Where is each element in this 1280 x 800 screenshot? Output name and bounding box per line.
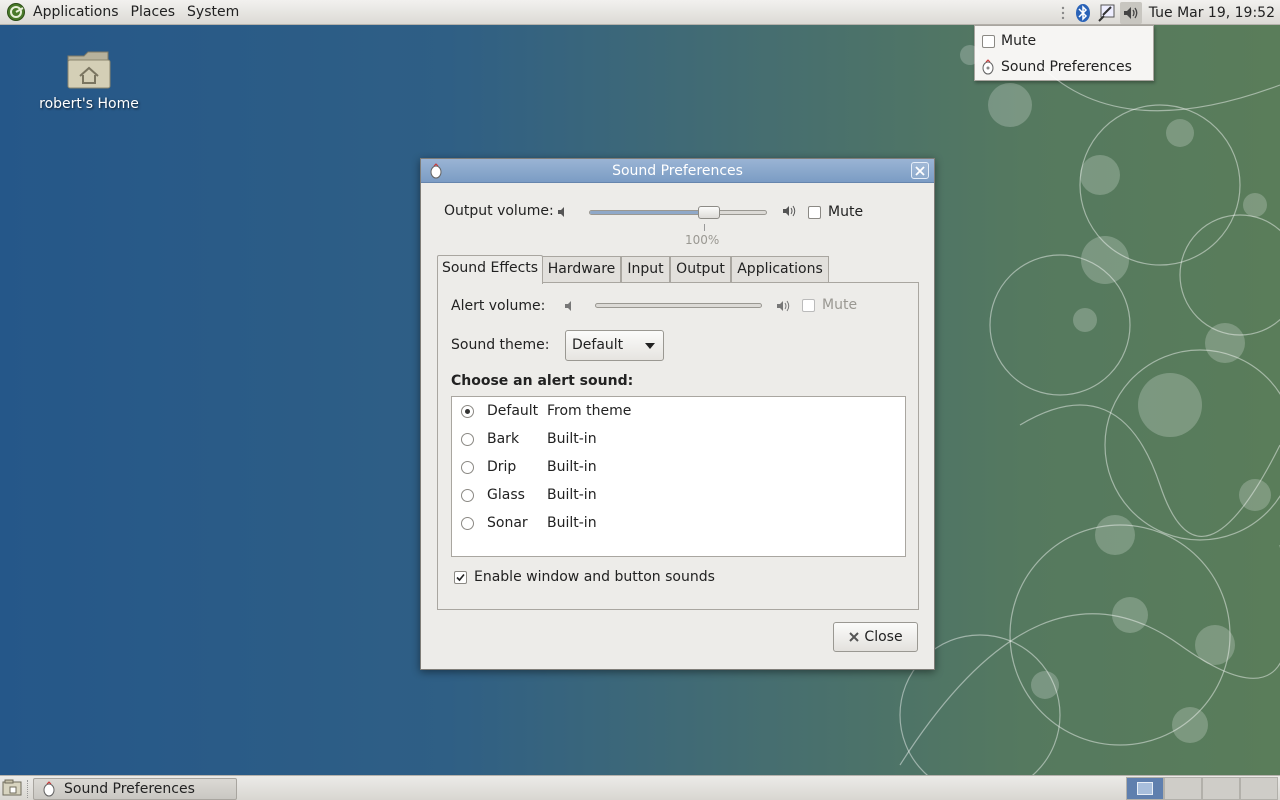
top-panel: Applications Places System Tue Mar 19, 1… [0, 0, 1280, 25]
sound-preferences-icon [975, 59, 1001, 75]
tab-sound-effects[interactable]: Sound Effects [437, 255, 543, 284]
volume-high-icon [777, 300, 790, 312]
alert-sound-radio[interactable] [461, 432, 474, 446]
alert-volume-label: Alert volume: [451, 298, 546, 314]
clock[interactable]: Tue Mar 19, 19:52 [1143, 5, 1280, 21]
alert-sound-source: Built-in [547, 431, 597, 447]
alert-sound-name: Default [487, 403, 539, 419]
menu-item-mute[interactable]: Mute [975, 28, 1153, 54]
alert-mute-checkbox[interactable] [802, 299, 815, 312]
dialog-titlebar[interactable]: Sound Preferences [421, 159, 934, 183]
dialog-title: Sound Preferences [612, 163, 743, 179]
list-item[interactable]: Bark Built-in [452, 425, 905, 453]
alert-sound-list: Default From theme Bark Built-in Drip Bu… [451, 396, 906, 557]
list-item[interactable]: Default From theme [452, 397, 905, 425]
alert-sound-radio[interactable] [461, 516, 474, 530]
tray-handle-icon[interactable] [1059, 3, 1069, 23]
sound-theme-value: Default [572, 337, 624, 353]
sound-preferences-dialog: Sound Preferences Output volume: 100% Mu… [420, 158, 935, 670]
workspace-2[interactable] [1164, 777, 1202, 800]
taskbar-button-label: Sound Preferences [64, 781, 195, 797]
alert-sound-name: Glass [487, 487, 525, 503]
sound-effects-panel: Alert volume: Mute Sound theme: Default … [437, 282, 919, 610]
output-volume-label: Output volume: [444, 203, 554, 219]
workspace-4[interactable] [1240, 777, 1278, 800]
volume-menu: Mute Sound Preferences [974, 25, 1154, 81]
distro-logo-icon[interactable] [5, 1, 27, 23]
close-button-label: Close [864, 629, 903, 645]
mute-checkbox[interactable] [981, 34, 995, 48]
sound-preferences-icon [38, 781, 60, 797]
sound-preferences-icon [429, 163, 443, 179]
choose-alert-sound-heading: Choose an alert sound: [451, 373, 634, 389]
menu-item-sound-preferences-label: Sound Preferences [1001, 59, 1132, 75]
volume-low-icon [565, 301, 571, 311]
volume-low-icon [558, 207, 564, 217]
workspace-1[interactable] [1126, 777, 1164, 800]
alert-sound-radio[interactable] [461, 488, 474, 502]
list-item[interactable]: Drip Built-in [452, 453, 905, 481]
bottom-panel: Sound Preferences [0, 775, 1280, 800]
applications-menu[interactable]: Applications [27, 0, 125, 25]
close-icon [849, 632, 860, 642]
menu-item-sound-preferences[interactable]: Sound Preferences [975, 54, 1153, 80]
tab-input[interactable]: Input [621, 256, 670, 283]
tab-output[interactable]: Output [670, 256, 731, 283]
desktop-home-label: robert's Home [39, 96, 139, 112]
alert-sound-source: Built-in [547, 487, 597, 503]
workspace-3[interactable] [1202, 777, 1240, 800]
enable-sounds-checkbox[interactable] [454, 571, 467, 584]
alert-mute-label: Mute [822, 297, 858, 313]
alert-sound-source: From theme [547, 403, 632, 419]
system-menu[interactable]: System [181, 0, 245, 25]
output-mute-label: Mute [828, 204, 864, 220]
close-button[interactable]: Close [833, 622, 918, 652]
show-desktop-icon[interactable] [2, 779, 22, 797]
menu-item-mute-label: Mute [1001, 33, 1037, 49]
tab-hardware[interactable]: Hardware [542, 256, 621, 283]
volume-icon[interactable] [1119, 1, 1142, 24]
alert-sound-radio[interactable] [461, 460, 474, 474]
alert-sound-source: Built-in [547, 459, 597, 475]
output-volume-slider[interactable] [589, 206, 767, 219]
places-menu[interactable]: Places [125, 0, 182, 25]
alert-sound-source: Built-in [547, 515, 597, 531]
alert-volume-slider[interactable] [595, 303, 762, 308]
volume-100-mark: 100% [685, 233, 720, 247]
volume-high-icon [783, 205, 796, 217]
close-icon[interactable] [911, 162, 929, 179]
system-tray: Tue Mar 19, 19:52 [1059, 0, 1280, 25]
output-mute-checkbox[interactable] [808, 206, 821, 219]
enable-sounds-label: Enable window and button sounds [474, 569, 715, 585]
list-item[interactable]: Sonar Built-in [452, 509, 905, 537]
desktop-home-icon[interactable]: robert's Home [38, 48, 140, 112]
bluetooth-icon[interactable] [1072, 2, 1094, 24]
alert-sound-radio[interactable] [461, 404, 474, 418]
output-volume-thumb[interactable] [697, 206, 720, 219]
sound-theme-select[interactable]: Default [565, 330, 664, 361]
home-folder-icon [66, 48, 112, 90]
volume-100-tick [704, 224, 705, 231]
network-icon[interactable] [1096, 2, 1118, 24]
taskbar-button-sound-preferences[interactable]: Sound Preferences [33, 778, 237, 800]
alert-sound-name: Sonar [487, 515, 528, 531]
alert-sound-name: Bark [487, 431, 520, 447]
panel-separator [27, 780, 30, 798]
dropdown-arrow-icon [645, 343, 655, 349]
tab-applications[interactable]: Applications [731, 256, 829, 283]
list-item[interactable]: Glass Built-in [452, 481, 905, 509]
sound-theme-label: Sound theme: [451, 337, 550, 353]
alert-sound-name: Drip [487, 459, 517, 475]
